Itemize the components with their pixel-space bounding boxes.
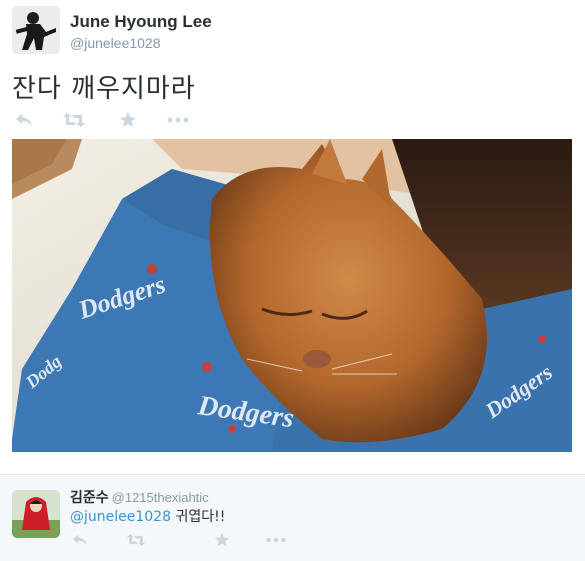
- star-icon[interactable]: [212, 531, 232, 549]
- reply-avatar[interactable]: [12, 490, 60, 538]
- author-avatar[interactable]: [12, 6, 60, 54]
- kitten-photo: Dodgers Dodgers Dodgers Dodg Dodg: [12, 139, 572, 452]
- retweet-icon[interactable]: [62, 110, 86, 130]
- reply-icon[interactable]: [70, 531, 90, 549]
- more-icon[interactable]: [266, 531, 286, 549]
- reply-mention-link[interactable]: @junelee1028: [70, 509, 171, 525]
- tweet-photo[interactable]: Dodgers Dodgers Dodgers Dodg Dodg: [12, 139, 572, 452]
- reply-text: @junelee1028 귀엽다!!: [70, 506, 225, 526]
- retweet-icon[interactable]: [126, 531, 146, 549]
- reply-body: 귀엽다!!: [171, 509, 226, 525]
- reply-author-handle[interactable]: @1215thexiahtic: [112, 490, 209, 505]
- author-name[interactable]: June Hyoung Lee: [70, 12, 212, 32]
- star-icon[interactable]: [116, 110, 140, 130]
- tweet-actions: [12, 110, 312, 130]
- more-icon[interactable]: [166, 110, 190, 130]
- author-handle[interactable]: @junelee1028: [70, 35, 161, 51]
- avatar-image: [12, 6, 60, 54]
- reply-icon[interactable]: [12, 110, 36, 130]
- reply-author-line: 김준수 @1215thexiahtic: [70, 487, 209, 507]
- reply-card: 김준수 @1215thexiahtic @junelee1028 귀엽다!!: [0, 474, 585, 561]
- reply-actions: [70, 531, 330, 549]
- tweet-card: June Hyoung Lee @junelee1028 잔다 깨우지마라 Do…: [0, 0, 585, 474]
- reply-author-name[interactable]: 김준수: [70, 490, 109, 506]
- tweet-text: 잔다 깨우지마라: [12, 74, 196, 104]
- reply-avatar-image: [12, 490, 60, 538]
